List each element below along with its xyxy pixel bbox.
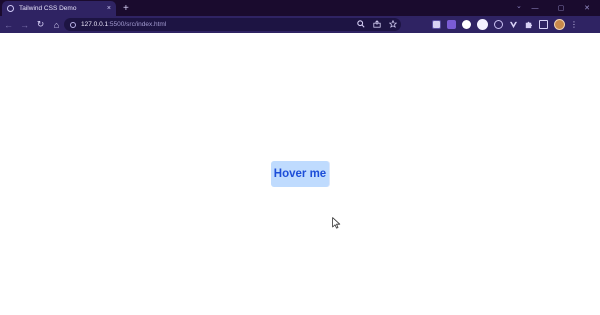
menu-icon[interactable]: ⋮ (570, 20, 578, 29)
tab-title: Tailwind CSS Demo (19, 5, 77, 12)
browser-window: Tailwind CSS Demo × + ⌄ — ▢ ✕ ← → ↻ ⌂ 12… (0, 0, 600, 315)
extension-icon[interactable] (477, 19, 488, 30)
tab-search-icon[interactable]: ⌄ (516, 2, 522, 10)
puzzle-icon[interactable] (524, 20, 533, 29)
tab-active[interactable]: Tailwind CSS Demo × (2, 1, 116, 16)
avatar[interactable] (554, 19, 565, 30)
mouse-cursor-icon (332, 217, 341, 229)
extension-icon[interactable] (509, 20, 518, 29)
extensions-area: ⋮ (432, 16, 578, 33)
tab-close-icon[interactable]: × (107, 5, 111, 12)
tab-strip: Tailwind CSS Demo × + ⌄ — ▢ ✕ (0, 0, 600, 16)
browser-toolbar: ← → ↻ ⌂ 127.0.0.1 :5500/src/index.html ⋮ (0, 16, 600, 33)
extension-icon[interactable] (494, 20, 503, 29)
side-panel-icon[interactable] (539, 20, 548, 29)
home-icon[interactable]: ⌂ (49, 17, 64, 32)
url-path: :5500/src/index.html (108, 21, 167, 28)
extension-icon[interactable] (462, 20, 471, 29)
window-controls: — ▢ ✕ (522, 0, 600, 16)
hover-me-button[interactable]: Hover me (271, 161, 329, 187)
extension-icon[interactable] (447, 20, 456, 29)
site-info-icon[interactable] (70, 21, 76, 28)
address-bar[interactable]: 127.0.0.1 :5500/src/index.html (64, 18, 401, 31)
bookmark-star-icon[interactable] (388, 19, 398, 30)
extension-icon[interactable] (432, 20, 441, 29)
address-bar-actions (349, 18, 398, 31)
reload-icon[interactable]: ↻ (33, 17, 48, 32)
url-host: 127.0.0.1 (81, 21, 109, 28)
search-icon[interactable] (357, 20, 365, 30)
forward-icon[interactable]: → (17, 17, 32, 32)
maximize-icon[interactable]: ▢ (548, 0, 574, 16)
share-icon[interactable] (373, 19, 381, 30)
new-tab-icon[interactable]: + (123, 1, 129, 16)
close-window-icon[interactable]: ✕ (574, 0, 600, 16)
back-icon[interactable]: ← (1, 17, 16, 32)
tab-favicon-icon (7, 5, 14, 12)
page-viewport: Hover me (0, 33, 600, 315)
minimize-icon[interactable]: — (522, 0, 548, 16)
